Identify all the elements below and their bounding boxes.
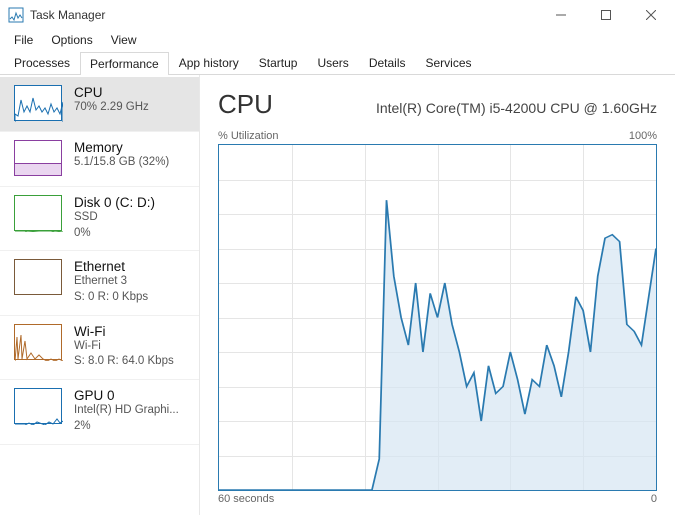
app-icon: [8, 7, 24, 23]
chart-xright: 0: [651, 493, 657, 505]
sidebar-item-memory[interactable]: Memory 5.1/15.8 GB (32%): [0, 132, 199, 187]
tab-app-history[interactable]: App history: [169, 51, 249, 74]
sidebar-disk-title: Disk 0 (C: D:): [74, 195, 155, 210]
tab-services[interactable]: Services: [416, 51, 482, 74]
sidebar-item-gpu0[interactable]: GPU 0 Intel(R) HD Graphi... 2%: [0, 380, 199, 444]
sidebar-eth-value: S: 0 R: 0 Kbps: [74, 290, 148, 305]
sidebar-wifi-value: S: 8.0 R: 64.0 Kbps: [74, 354, 174, 369]
cpu-utilization-chart: [218, 144, 657, 491]
ethernet-thumb: [14, 259, 62, 295]
wifi-thumb: [14, 324, 62, 360]
sidebar-item-disk0[interactable]: Disk 0 (C: D:) SSD 0%: [0, 187, 199, 251]
menu-options[interactable]: Options: [43, 31, 100, 49]
sidebar-wifi-title: Wi-Fi: [74, 324, 174, 339]
sidebar-gpu-sub: Intel(R) HD Graphi...: [74, 403, 179, 419]
cpu-thumb: [14, 85, 62, 121]
tab-users[interactable]: Users: [307, 51, 358, 74]
perf-sidebar: CPU 70% 2.29 GHz Memory 5.1/15.8 GB (32%…: [0, 75, 200, 515]
tab-details[interactable]: Details: [359, 51, 416, 74]
sidebar-eth-title: Ethernet: [74, 259, 148, 274]
tabstrip: Processes Performance App history Startu…: [0, 50, 675, 75]
memory-thumb: [14, 140, 62, 176]
sidebar-item-wifi[interactable]: Wi-Fi Wi-Fi S: 8.0 R: 64.0 Kbps: [0, 316, 199, 380]
main-panel: CPU Intel(R) Core(TM) i5-4200U CPU @ 1.6…: [200, 75, 675, 515]
cpu-model: Intel(R) Core(TM) i5-4200U CPU @ 1.60GHz: [376, 100, 657, 116]
sidebar-gpu-value: 2%: [74, 419, 179, 434]
menu-file[interactable]: File: [6, 31, 41, 49]
maximize-button[interactable]: [583, 0, 628, 30]
menubar: File Options View: [0, 30, 675, 50]
window-controls: [538, 0, 673, 30]
sidebar-memory-value: 5.1/15.8 GB (32%): [74, 155, 169, 171]
sidebar-eth-sub: Ethernet 3: [74, 274, 148, 290]
content-area: CPU 70% 2.29 GHz Memory 5.1/15.8 GB (32%…: [0, 75, 675, 515]
sidebar-cpu-value: 70% 2.29 GHz: [74, 100, 149, 116]
window-titlebar: Task Manager: [0, 0, 675, 30]
sidebar-cpu-title: CPU: [74, 85, 149, 100]
sidebar-wifi-sub: Wi-Fi: [74, 339, 174, 355]
sidebar-item-cpu[interactable]: CPU 70% 2.29 GHz: [0, 77, 199, 132]
sidebar-disk-sub: SSD: [74, 210, 155, 226]
chart-ylabel: % Utilization: [218, 130, 279, 142]
minimize-button[interactable]: [538, 0, 583, 30]
sidebar-disk-value: 0%: [74, 226, 155, 241]
chart-ymax: 100%: [629, 130, 657, 142]
sidebar-item-ethernet[interactable]: Ethernet Ethernet 3 S: 0 R: 0 Kbps: [0, 251, 199, 315]
sidebar-memory-title: Memory: [74, 140, 169, 155]
chart-xleft: 60 seconds: [218, 493, 274, 505]
tab-startup[interactable]: Startup: [249, 51, 308, 74]
menu-view[interactable]: View: [103, 31, 145, 49]
close-button[interactable]: [628, 0, 673, 30]
window-title: Task Manager: [30, 8, 105, 22]
main-title: CPU: [218, 89, 273, 120]
disk-thumb: [14, 195, 62, 231]
gpu-thumb: [14, 388, 62, 424]
tab-performance[interactable]: Performance: [80, 52, 169, 75]
sidebar-gpu-title: GPU 0: [74, 388, 179, 403]
tab-processes[interactable]: Processes: [4, 51, 80, 74]
